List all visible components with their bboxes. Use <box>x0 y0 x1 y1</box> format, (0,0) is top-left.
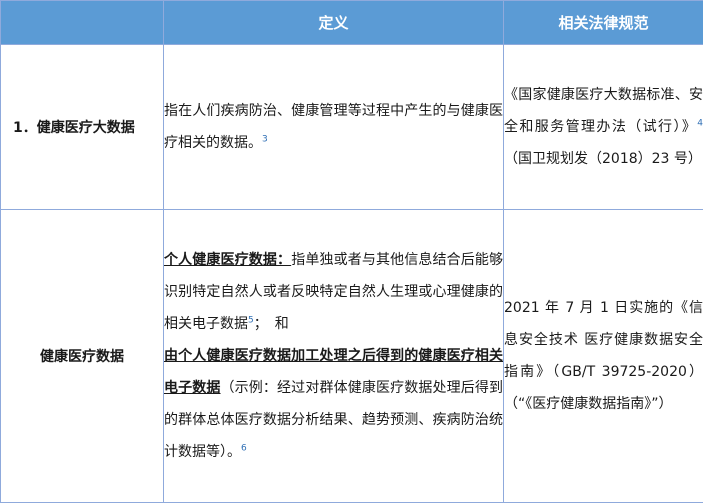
footnote-ref: 6 <box>241 443 247 454</box>
definition-bold-term: 个人健康医疗数据： <box>164 252 292 268</box>
header-legal-norms: 相关法律规范 <box>503 0 703 45</box>
header-definition: 定义 <box>163 0 504 45</box>
definition-text: 指在人们疾病防治、健康管理等过程中产生的与健康医疗相关的数据。 <box>164 103 503 151</box>
law-cell: 《国家健康医疗大数据标准、安全和服务管理办法（试行）》4 （国卫规划发（2018）… <box>503 44 703 210</box>
term-cell: 1．健康医疗大数据 <box>0 44 164 210</box>
footnote-ref: 4 <box>697 118 703 129</box>
definition-cell: 个人健康医疗数据：指单独或者与其他信息结合后能够识别特定自然人或者反映特定自然人… <box>163 209 504 503</box>
term-cell: 健康医疗数据 <box>0 209 164 503</box>
table-header-row: 定义 相关法律规范 <box>0 0 703 45</box>
law-cell: 2021 年 7 月 1 日实施的《信息安全技术 医疗健康数据安全指南》（GB/… <box>503 209 703 503</box>
definitions-table: 定义 相关法律规范 1．健康医疗大数据 指在人们疾病防治、健康管理等过程中产生的… <box>0 0 703 503</box>
table-row: 1．健康医疗大数据 指在人们疾病防治、健康管理等过程中产生的与健康医疗相关的数据… <box>0 44 703 210</box>
law-text: 《国家健康医疗大数据标准、安全和服务管理办法（试行）》 <box>504 87 703 135</box>
law-tail: （国卫规划发（2018）23 号） <box>504 151 702 167</box>
footnote-ref: 3 <box>262 134 268 145</box>
header-blank-cell <box>0 0 164 45</box>
definition-cell: 指在人们疾病防治、健康管理等过程中产生的与健康医疗相关的数据。3 <box>163 44 504 210</box>
table-row: 健康医疗数据 个人健康医疗数据：指单独或者与其他信息结合后能够识别特定自然人或者… <box>0 209 703 503</box>
definition-conjunction: ； 和 <box>253 316 289 332</box>
